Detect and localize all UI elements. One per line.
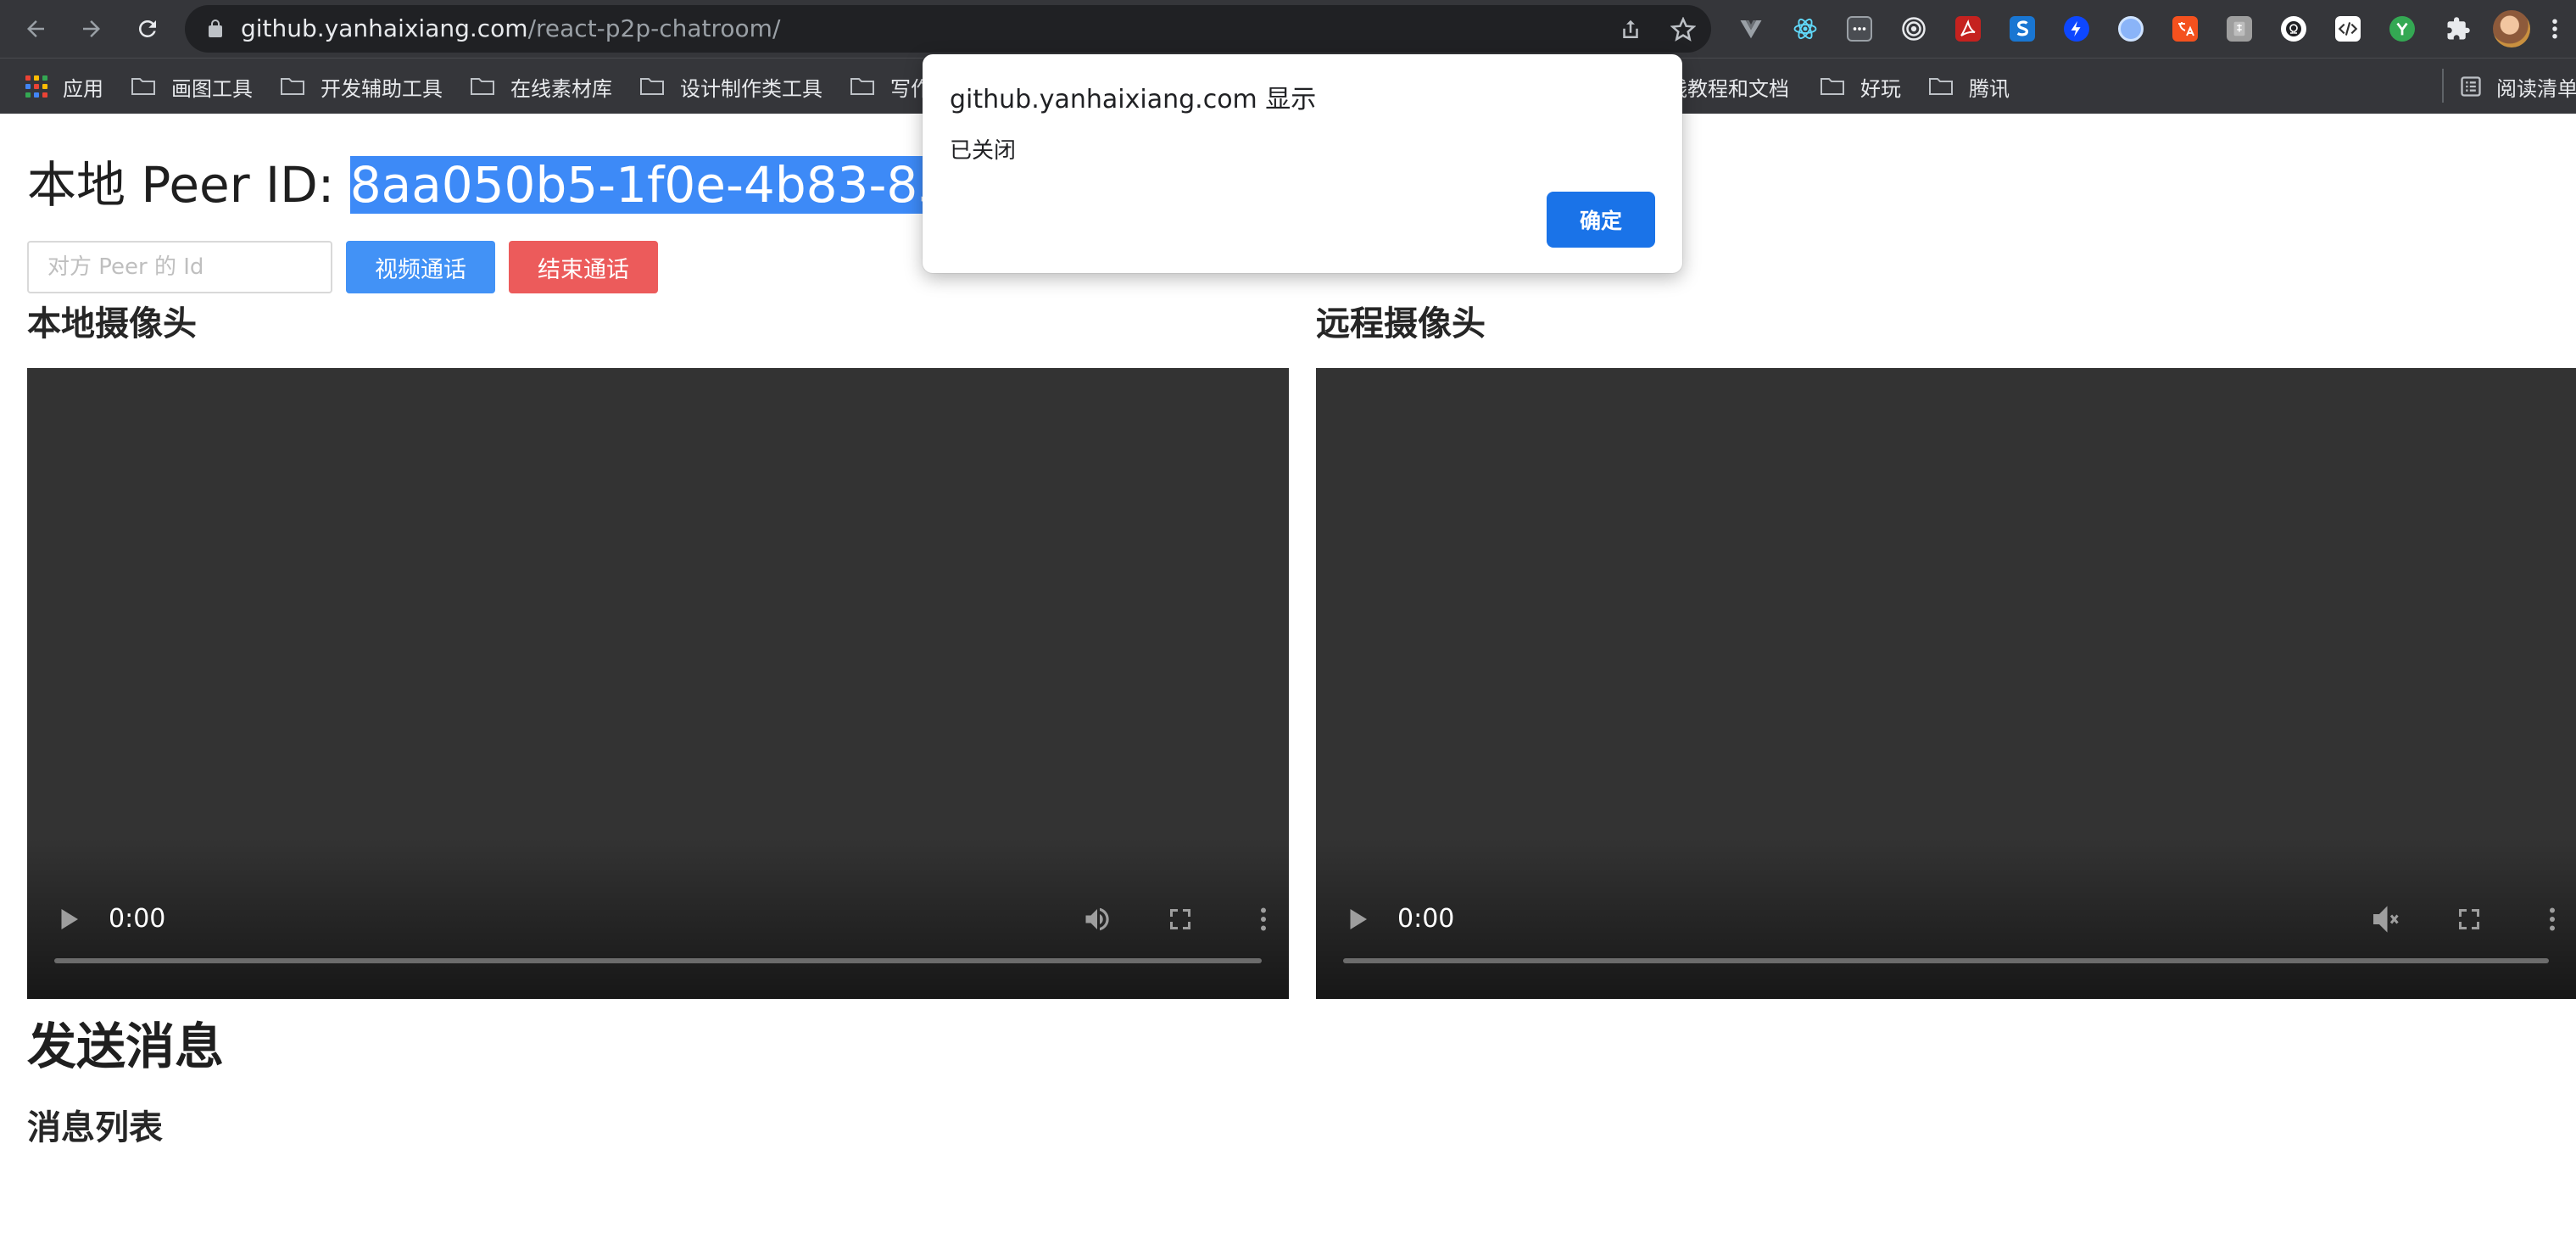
volume-icon[interactable] [1082,904,1112,935]
bookmark-apps[interactable]: 应用 [25,72,103,101]
bookmark-folder[interactable]: 腾讯 [1928,72,2010,101]
bookmark-label: 腾讯 [1969,76,2010,101]
bookmark-folder[interactable]: 开发辅助工具 [280,72,443,101]
bookmark-folder[interactable]: 写作 [850,72,931,101]
reading-list-icon [2461,76,2481,97]
peer-id-heading: 本地 Peer ID: 8aa050b5-1f0e-4b83-857b [27,151,1012,219]
bookmark-folder[interactable]: 线教程和文档 [1667,72,1789,101]
folder-icon [471,78,494,95]
bookmark-star-icon[interactable] [1670,17,1696,42]
play-icon[interactable] [1341,904,1372,935]
end-call-button[interactable]: 结束通话 [509,241,658,293]
url-host: github.yanhaixiang.com [241,14,528,42]
share-icon[interactable] [1618,17,1643,42]
dialog-ok-button[interactable]: 确定 [1547,192,1655,248]
bookmark-label: 设计制作类工具 [680,76,822,101]
remote-video[interactable]: 0:00 [1316,368,2576,999]
bookmark-folder[interactable]: 设计制作类工具 [639,72,822,101]
peer-id-label: 本地 Peer ID: [27,156,350,214]
reload-icon [138,20,156,37]
arrow-right-icon [83,20,100,37]
bookmark-divider [2442,69,2444,103]
arrow-left-icon [27,20,44,37]
code-extension-icon[interactable] [2335,16,2361,42]
dialog-message: 已关闭 [950,138,1017,164]
dots-extension-icon[interactable] [1847,16,1872,42]
lightning-extension-icon[interactable] [2064,16,2089,42]
local-camera-title: 本地摄像头 [27,304,197,343]
bookmark-label: 应用 [63,76,103,101]
play-icon[interactable] [53,904,83,935]
s-extension-icon[interactable] [2010,16,2035,42]
url-path: /react-p2p-chatroom/ [527,14,781,42]
remote-camera-title: 远程摄像头 [1316,304,1486,343]
address-bar[interactable]: github.yanhaixiang.com/react-p2p-chatroo… [185,5,1711,53]
translate-extension-icon[interactable] [2172,16,2198,42]
avatar[interactable] [2493,10,2530,47]
bookmark-folder[interactable]: 在线素材库 [470,72,612,101]
reading-list-label: 阅读清单 [2496,76,2576,101]
fullscreen-icon[interactable] [1165,904,1196,935]
bookmark-folder[interactable]: 画图工具 [131,72,253,101]
folder-icon [131,78,155,95]
more-options-icon[interactable] [2537,904,2568,935]
folder-icon [1929,78,1953,95]
more-options-icon[interactable] [1248,904,1279,935]
puzzle-icon[interactable] [2445,16,2471,42]
folder-icon [281,78,304,95]
send-message-title: 发送消息 [27,1018,225,1075]
bookmark-folder[interactable]: 好玩 [1820,72,1901,101]
message-list-title: 消息列表 [27,1108,163,1147]
reload-button[interactable] [127,8,168,49]
bookmark-label: 好玩 [1860,76,1901,101]
video-progress-bar[interactable] [1343,958,2549,963]
dialog-title: github.yanhaixiang.com 显示 [950,85,1317,114]
omega-extension-icon[interactable] [2281,16,2306,42]
folder-icon [640,78,664,95]
peer-id-value[interactable]: 8aa050b5-1f0e-4b83-857b [349,156,1012,214]
target-extension-icon[interactable] [1901,16,1926,42]
video-time: 0:00 [1397,904,1455,934]
bookmark-label: 线教程和文档 [1667,76,1789,101]
bookmark-label: 画图工具 [171,76,253,101]
local-video[interactable]: 0:00 [27,368,1289,999]
video-time: 0:00 [109,904,166,934]
menu-icon[interactable] [2549,16,2561,42]
back-button[interactable] [15,8,56,49]
apps-grid-icon [25,75,47,98]
muted-volume-icon[interactable] [2371,904,2401,935]
video-progress-bar[interactable] [54,958,1262,963]
alert-dialog: github.yanhaixiang.com 显示 已关闭 确定 [923,54,1682,273]
folder-icon [1820,78,1844,95]
circle-extension-icon[interactable] [2118,16,2144,42]
fullscreen-icon[interactable] [2454,904,2484,935]
video-call-button[interactable]: 视频通话 [346,241,495,293]
vue-devtools-icon[interactable] [1738,16,1764,42]
bookmark-label: 开发辅助工具 [321,76,443,101]
url-text: github.yanhaixiang.com/react-p2p-chatroo… [241,15,780,42]
forward-button[interactable] [71,8,112,49]
browser-toolbar: github.yanhaixiang.com/react-p2p-chatroo… [0,0,2576,58]
remote-peer-id-input[interactable] [27,241,332,293]
lock-icon [209,20,222,37]
page-content: 本地 Peer ID: 8aa050b5-1f0e-4b83-857b 视频通话… [0,114,2576,1233]
bookmark-label: 在线素材库 [510,76,612,101]
react-devtools-icon[interactable] [1793,16,1818,42]
y-extension-icon[interactable] [2389,16,2415,42]
reading-list[interactable]: 阅读清单 [2459,72,2576,101]
mahjong-extension-icon[interactable] [2227,16,2252,42]
pdf-extension-icon[interactable] [1955,16,1981,42]
folder-icon [850,78,874,95]
